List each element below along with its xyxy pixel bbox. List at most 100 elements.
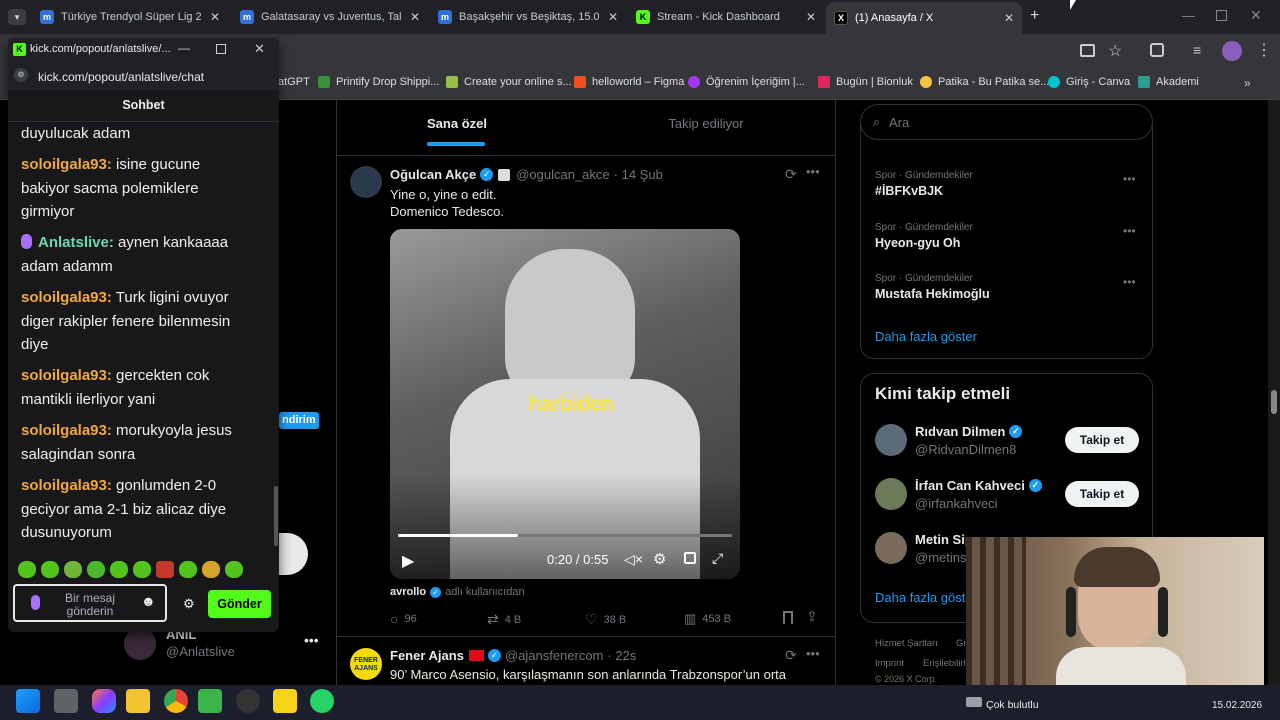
- emote-icon[interactable]: [64, 561, 82, 578]
- close-icon[interactable]: ✕: [608, 10, 618, 24]
- more-icon[interactable]: •••: [1123, 224, 1136, 238]
- avatar[interactable]: [875, 478, 907, 510]
- profile-avatar[interactable]: [1222, 41, 1242, 61]
- avatar[interactable]: [875, 424, 907, 456]
- emote-icon[interactable]: [41, 561, 59, 578]
- like-button[interactable]: ♡ 38 B: [585, 611, 626, 628]
- weather-icon[interactable]: [966, 697, 982, 707]
- windows-start-icon[interactable]: [16, 689, 40, 713]
- video-progress-track[interactable]: [398, 534, 732, 537]
- new-tab-button[interactable]: +: [1030, 7, 1039, 25]
- app-icon[interactable]: [198, 689, 222, 713]
- more-icon[interactable]: •••: [1123, 275, 1136, 289]
- trend-item[interactable]: Spor · Gündemdekiler #İBFKvBJK: [875, 170, 973, 198]
- tab-2[interactable]: m Galatasaray vs Juventus, Takım ✕: [232, 4, 428, 30]
- sticky-notes-icon[interactable]: [273, 689, 297, 713]
- chat-username[interactable]: soloilgala93:: [21, 422, 112, 439]
- repost-button[interactable]: ⇄ 4 B: [487, 611, 521, 628]
- bookmark-item[interactable]: Create your online s...: [446, 76, 572, 88]
- media-control-icon[interactable]: ≡: [1193, 42, 1201, 58]
- footer-link[interactable]: Imprint: [875, 658, 904, 669]
- more-icon[interactable]: •••: [806, 164, 820, 179]
- emote-icon[interactable]: [87, 561, 105, 578]
- tab-5-active[interactable]: X (1) Anasayfa / X ✕: [826, 2, 1022, 34]
- tweet-time[interactable]: · 14 Şub: [614, 167, 663, 182]
- more-icon[interactable]: •••: [806, 646, 820, 661]
- send-button[interactable]: Gönder: [208, 590, 271, 618]
- avatar[interactable]: [875, 532, 907, 564]
- bookmark-item[interactable]: Giriş - Canva: [1048, 76, 1130, 88]
- bookmark-item[interactable]: Öğrenim İçeriğim |...: [688, 76, 805, 88]
- whatsapp-icon[interactable]: [310, 689, 334, 713]
- chat-scrollbar[interactable]: [274, 486, 278, 546]
- avatar[interactable]: [350, 166, 382, 198]
- grok-icon[interactable]: ⟳: [785, 166, 797, 183]
- weather-text[interactable]: Çok bulutlu: [986, 699, 1039, 711]
- close-window-icon[interactable]: ✕: [1250, 7, 1262, 24]
- share-icon[interactable]: ⇪: [806, 608, 818, 625]
- avatar[interactable]: [124, 628, 156, 660]
- taskbar-date[interactable]: 15.02.2026: [1212, 700, 1262, 711]
- follow-button[interactable]: Takip et: [1065, 481, 1139, 507]
- scrollbar-thumb[interactable]: [1271, 390, 1277, 414]
- tab-3[interactable]: m Başakşehir vs Beşiktaş, 15.02.20 ✕: [430, 4, 626, 30]
- author-name[interactable]: Oğulcan Akçe: [390, 167, 476, 182]
- copilot-icon[interactable]: [92, 689, 116, 713]
- play-icon[interactable]: ▶: [402, 551, 414, 571]
- tweet-time[interactable]: · 22s: [607, 648, 636, 663]
- emote-icon[interactable]: [225, 561, 243, 578]
- close-icon[interactable]: ✕: [410, 10, 420, 24]
- popout-icon[interactable]: [684, 552, 696, 564]
- install-app-icon[interactable]: [1080, 44, 1095, 57]
- obs-icon[interactable]: [236, 689, 260, 713]
- more-icon[interactable]: •••: [1123, 172, 1136, 186]
- show-more-link[interactable]: Daha fazla göster: [875, 329, 977, 344]
- bookmark-item[interactable]: Patika - Bu Patika se...: [920, 76, 1049, 88]
- footer-link[interactable]: Hizmet Şartları: [875, 638, 938, 649]
- author-name[interactable]: Fener Ajans: [390, 648, 464, 663]
- file-explorer-icon[interactable]: [126, 689, 150, 713]
- site-info-icon[interactable]: ⚙: [14, 68, 28, 82]
- extensions-icon[interactable]: [1150, 43, 1164, 57]
- tweet-video[interactable]: harbiden ▶ 0:20 / 0:55 ◁× ⚙ ⤢: [390, 229, 740, 579]
- premium-badge[interactable]: ndirim: [279, 412, 319, 429]
- bookmark-item[interactable]: atGPT: [278, 76, 310, 88]
- close-icon[interactable]: ✕: [806, 10, 816, 24]
- bookmark-star-icon[interactable]: ☆: [1108, 41, 1122, 61]
- maximize-icon[interactable]: [1216, 10, 1227, 21]
- close-icon[interactable]: ✕: [210, 10, 220, 24]
- close-icon[interactable]: ✕: [254, 41, 265, 57]
- settings-icon[interactable]: ⚙: [183, 596, 195, 612]
- footer-link[interactable]: Erişilebilirli: [923, 658, 968, 669]
- reply-button[interactable]: ○ 96: [390, 611, 417, 627]
- bookmark-item[interactable]: Printify Drop Shippi...: [318, 76, 439, 88]
- fullscreen-icon[interactable]: ⤢: [712, 550, 723, 567]
- bookmark-icon[interactable]: [783, 611, 793, 624]
- minimize-icon[interactable]: —: [1182, 8, 1195, 23]
- avatar[interactable]: FENER AJANS: [350, 648, 382, 680]
- emote-icon[interactable]: [133, 561, 151, 578]
- more-icon[interactable]: •••: [304, 632, 319, 648]
- grok-icon[interactable]: ⟳: [785, 647, 797, 664]
- source-user[interactable]: avrollo: [390, 586, 426, 598]
- settings-icon[interactable]: ⚙: [653, 550, 666, 568]
- bookmark-item[interactable]: Akademi: [1138, 76, 1199, 88]
- emote-icon[interactable]: [110, 561, 128, 578]
- author-handle[interactable]: @ajansfenercom: [505, 648, 603, 663]
- tab-following[interactable]: Takip ediliyor: [586, 100, 826, 146]
- follow-name[interactable]: Rıdvan Dilmen ✓: [915, 424, 1023, 439]
- bookmark-item[interactable]: helloworld – Figma: [574, 76, 684, 88]
- close-icon[interactable]: ✕: [1004, 11, 1014, 25]
- follow-button[interactable]: Takip et: [1065, 427, 1139, 453]
- mute-icon[interactable]: ◁×: [624, 551, 643, 568]
- trend-item[interactable]: Spor · Gündemdekiler Hyeon-gyu Oh: [875, 222, 973, 250]
- chat-username[interactable]: soloilgala93:: [21, 289, 112, 306]
- chat-message-input[interactable]: Bir mesaj gönderin ☻: [13, 584, 167, 622]
- tab-for-you[interactable]: Sana özel: [337, 100, 577, 146]
- chrome-icon[interactable]: [164, 689, 188, 713]
- tab-4[interactable]: K Stream - Kick Dashboard ✕: [628, 4, 824, 30]
- trend-item[interactable]: Spor · Gündemdekiler Mustafa Hekimoğlu: [875, 273, 990, 301]
- show-more-link[interactable]: Daha fazla göste: [875, 590, 973, 605]
- tab-search-icon[interactable]: ▾: [8, 9, 26, 25]
- emote-icon[interactable]: [18, 561, 36, 578]
